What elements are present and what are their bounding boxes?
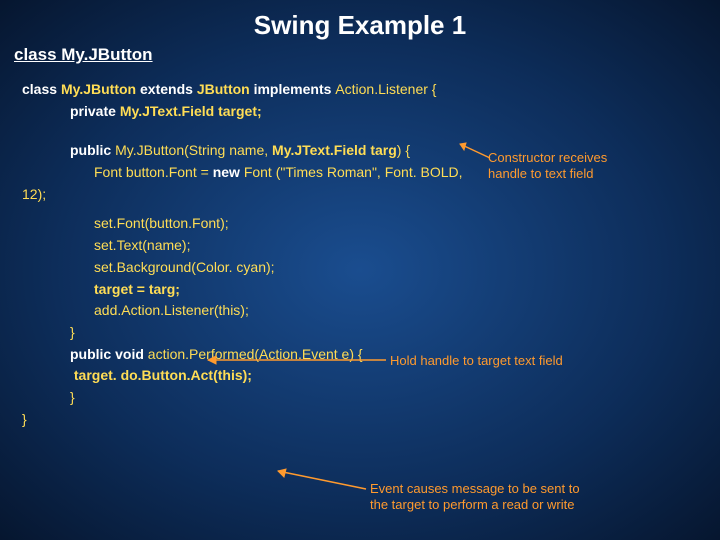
annotation-hold-handle: Hold handle to target text field [390,353,563,369]
close-brace-class: } [22,411,27,427]
code-line: target. do.Button.Act(this); [22,365,720,387]
code-line: 12); [22,184,720,206]
code-line: private My.JText.Field target; [22,101,720,123]
arrow-icon [454,140,494,164]
stmt-target-assign: target = targ; [94,281,180,297]
code-line: class My.JButton extends JButton impleme… [22,79,720,101]
code-line: } [22,322,720,344]
kw-private: private [70,103,120,119]
stmt-addlistener: add.Action.Listener(this); [94,302,249,318]
ctor-sig-b: ) { [397,142,410,158]
font-decl-a: Font button.Font = [94,164,213,180]
font-size-arg: 12); [22,186,46,202]
close-brace-method: } [70,389,75,405]
annotation-constructor: Constructor receives handle to text fiel… [488,150,607,183]
kw-implements: implements [254,81,336,97]
field-decl: My.JText.Field target; [120,103,262,119]
iface-name: Action.Listener { [335,81,436,97]
kw-class: class [22,81,61,97]
ctor-param-type: My.JText.Field targ [272,142,397,158]
slide-title: Swing Example 1 [0,0,720,45]
code-block: class My.JButton extends JButton impleme… [0,79,720,430]
kw-new: new [213,164,244,180]
code-line: set.Background(Color. cyan); [22,257,720,279]
font-decl-b: Font ("Times Roman", Font. BOLD, [244,164,463,180]
ctor-sig-a: My.JButton(String name, [115,142,272,158]
stmt-setfont: set.Font(button.Font); [94,215,229,231]
close-brace-ctor: } [70,324,75,340]
kw-public: public [70,142,115,158]
arrow-icon [200,352,390,368]
code-line: set.Text(name); [22,235,720,257]
kw-public-void: public void [70,346,148,362]
code-line: add.Action.Listener(this); [22,300,720,322]
stmt-dobuttonact: target. do.Button.Act(this); [70,367,252,383]
cls-name: My.JButton [61,81,140,97]
stmt-settext: set.Text(name); [94,237,190,253]
kw-extends: extends [140,81,197,97]
code-line: set.Font(button.Font); [22,213,720,235]
slide-subtitle: class My.JButton [0,45,720,79]
annotation-event: Event causes message to be sent to the t… [370,481,580,514]
code-line: target = targ; [22,279,720,301]
code-line: } [22,409,720,431]
arrow-icon [270,465,370,495]
super-name: JButton [197,81,254,97]
code-line: Font button.Font = new Font ("Times Roma… [22,162,720,184]
code-line: public My.JButton(String name, My.JText.… [22,140,720,162]
stmt-setbg: set.Background(Color. cyan); [94,259,275,275]
code-line: } [22,387,720,409]
